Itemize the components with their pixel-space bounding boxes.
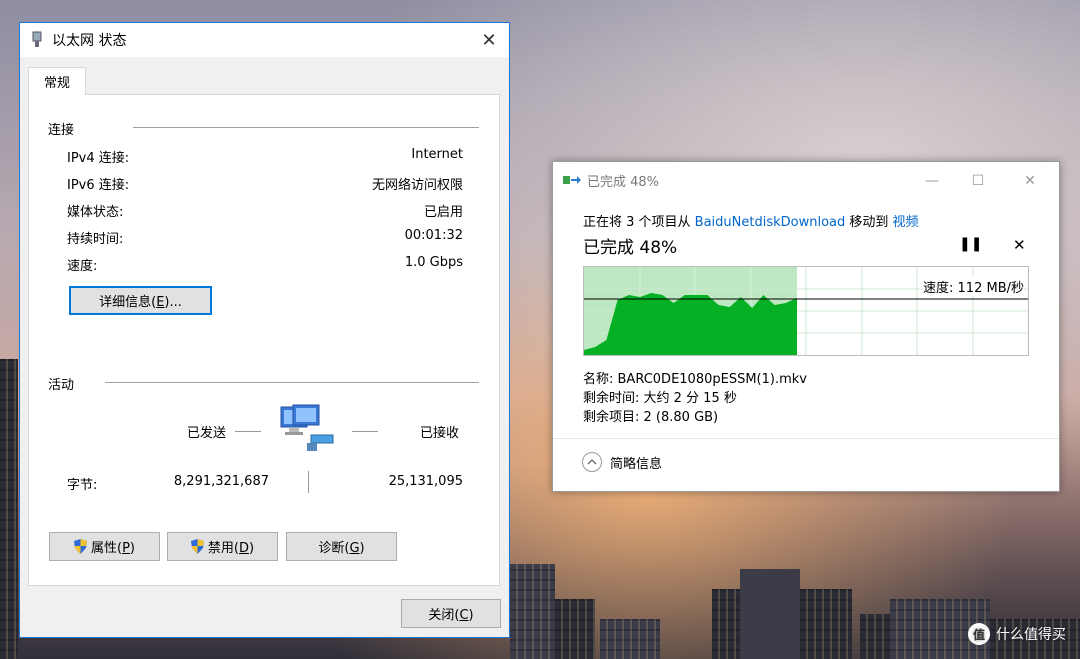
source-folder-link[interactable]: BaiduNetdiskDownload — [695, 215, 846, 230]
footer: 简略信息 — [553, 438, 1059, 491]
window-title: 以太网 状态 — [52, 33, 127, 49]
move-description: 正在将 3 个项目从 BaiduNetdiskDownload 移动到 视频 — [583, 215, 919, 230]
connection-group-title: 连接 — [48, 123, 75, 138]
ethernet-status-window: 以太网 状态 ✕ 常规 连接 IPv4 连接: Internet IPv6 连接… — [19, 22, 510, 638]
tab-general[interactable]: 常规 — [28, 67, 86, 95]
uac-shield-icon — [190, 539, 204, 554]
time-remaining: 剩余时间: 大约 2 分 15 秒 — [583, 391, 737, 406]
duration-label: 持续时间: — [67, 232, 124, 247]
received-label: 已接收 — [420, 426, 460, 441]
ipv6-row: IPv6 连接: 无网络访问权限 — [67, 174, 463, 193]
file-move-progress-window: 已完成 48% — ☐ ✕ 正在将 3 个项目从 BaiduNetdiskDow… — [552, 161, 1060, 492]
bytes-sent: 8,291,321,687 — [173, 474, 269, 489]
title-bar: 以太网 状态 ✕ — [20, 23, 509, 57]
close-button[interactable]: 关闭(C) — [401, 599, 501, 628]
ipv6-value: 无网络访问权限 — [371, 178, 463, 193]
destination-folder-link[interactable]: 视频 — [893, 215, 919, 230]
sent-label: 已发送 — [187, 426, 227, 441]
speed-label: 速度: — [67, 259, 98, 274]
activity-group-title: 活动 — [48, 378, 75, 393]
watermark: 值 什么值得买 — [968, 623, 1066, 645]
ipv4-row: IPv4 连接: Internet — [67, 147, 463, 166]
duration-row: 持续时间: 00:01:32 — [67, 228, 463, 247]
details-button[interactable]: 详细信息(E)... — [69, 286, 212, 315]
tab-strip: 常规 — [28, 67, 501, 95]
close-icon[interactable]: ✕ — [1007, 162, 1053, 199]
received-line — [352, 431, 378, 432]
properties-button-label: 属性(P) — [91, 541, 135, 556]
details-button-label: 详细信息(E)... — [99, 295, 182, 310]
watermark-text: 什么值得买 — [996, 627, 1066, 643]
cancel-icon[interactable]: ✕ — [1013, 236, 1026, 254]
ipv6-label: IPv6 连接: — [67, 178, 130, 193]
properties-button[interactable]: 属性(P) — [49, 532, 160, 561]
items-remaining: 剩余项目: 2 (8.80 GB) — [583, 410, 719, 425]
diagnose-button[interactable]: 诊断(G) — [286, 532, 397, 561]
divider — [308, 471, 309, 493]
progress-heading: 已完成 48% — [583, 238, 678, 258]
general-panel: 连接 IPv4 连接: Internet IPv6 连接: 无网络访问权限 媒体… — [28, 94, 500, 586]
close-icon[interactable]: ✕ — [469, 23, 509, 57]
window-title: 已完成 48% — [587, 175, 660, 190]
network-adapter-icon — [30, 31, 44, 49]
file-name: 名称: BARC0DE1080pESSM(1).mkv — [583, 372, 807, 387]
bytes-received: 25,131,095 — [388, 474, 463, 489]
speed-label: 速度: 112 MB/秒 — [923, 277, 1024, 296]
title-bar: 已完成 48% — ☐ ✕ — [553, 162, 1059, 199]
minimize-icon[interactable]: — — [909, 162, 955, 199]
uac-shield-icon — [74, 539, 87, 554]
duration-value: 00:01:32 — [404, 228, 463, 243]
speed-value: 1.0 Gbps — [404, 255, 463, 270]
ipv4-value: Internet — [411, 147, 463, 162]
media-state-value: 已启用 — [423, 205, 463, 220]
disable-button[interactable]: 禁用(D) — [167, 532, 278, 561]
maximize-icon[interactable]: ☐ — [955, 162, 1001, 199]
divider — [105, 382, 479, 383]
pause-icon[interactable]: ❚❚ — [959, 236, 982, 252]
close-button-label: 关闭(C) — [428, 608, 474, 623]
chevron-up-icon[interactable] — [582, 452, 602, 472]
file-move-icon — [563, 172, 581, 190]
ipv4-label: IPv4 连接: — [67, 151, 130, 166]
watermark-logo: 值 — [968, 623, 990, 645]
transfer-details: 名称: BARC0DE1080pESSM(1).mkv 剩余时间: 大约 2 分… — [583, 370, 807, 427]
diagnose-button-label: 诊断(G) — [318, 541, 365, 556]
bytes-label: 字节: — [67, 478, 98, 493]
divider — [133, 127, 479, 128]
speed-row: 速度: 1.0 Gbps — [67, 255, 463, 274]
media-state-row: 媒体状态: 已启用 — [67, 201, 463, 220]
less-details-toggle[interactable]: 简略信息 — [610, 453, 662, 472]
network-computers-icon — [277, 401, 339, 461]
speed-graph: 速度: 112 MB/秒 — [583, 266, 1029, 356]
sent-line — [235, 431, 261, 432]
media-state-label: 媒体状态: — [67, 205, 124, 220]
disable-button-label: 禁用(D) — [207, 541, 255, 556]
